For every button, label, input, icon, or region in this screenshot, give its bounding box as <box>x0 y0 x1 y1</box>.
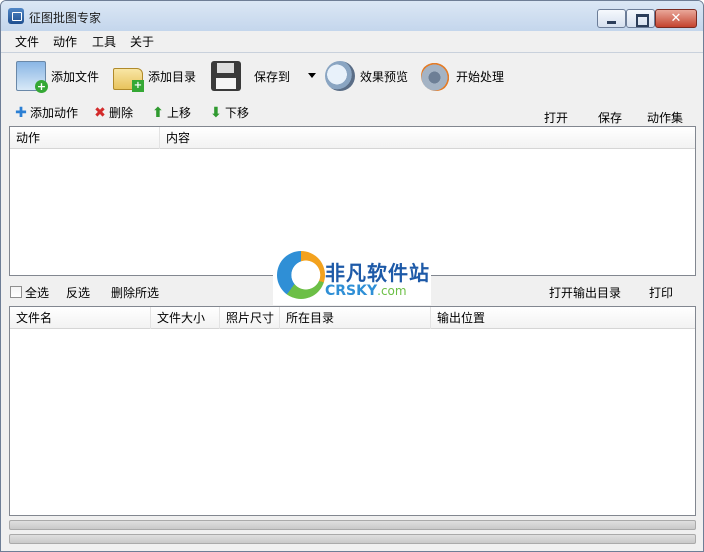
start-process-button[interactable]: 开始处理 <box>421 59 504 93</box>
title-bar: 征图批图专家 ✕ <box>1 1 703 31</box>
progress-bar <box>9 520 696 530</box>
watermark-en: CRSKY.com <box>325 283 407 299</box>
move-down-button[interactable]: ⬇ 下移 <box>210 104 249 121</box>
watermark-domain: .com <box>377 284 407 298</box>
file-table[interactable]: 文件名 文件大小 照片尺寸 所在目录 输出位置 <box>9 306 696 516</box>
preview-button[interactable]: 效果预览 <box>325 59 408 93</box>
add-dir-button[interactable]: 添加目录 <box>113 59 196 93</box>
watermark: 非凡软件站 CRSKY.com <box>273 247 431 305</box>
select-all-checkbox[interactable] <box>10 286 22 298</box>
invert-selection-button[interactable]: 反选 <box>66 284 90 301</box>
toolbar: 添加文件 添加目录 保存到 效果预览 开始处理 <box>1 53 703 99</box>
action-set-button[interactable]: 动作集 <box>647 109 683 126</box>
column-header-output[interactable]: 输出位置 <box>431 307 697 329</box>
arrow-up-icon: ⬆ <box>152 104 164 121</box>
column-header-filename[interactable]: 文件名 <box>10 307 151 329</box>
save-to-label: 保存到 <box>254 69 291 84</box>
menu-action[interactable]: 动作 <box>53 33 77 50</box>
window-title: 征图批图专家 <box>29 11 102 25</box>
close-button[interactable]: ✕ <box>655 9 697 28</box>
save-to-dropdown-arrow-icon[interactable] <box>308 73 316 78</box>
status-bar <box>9 534 696 544</box>
menu-file[interactable]: 文件 <box>15 33 39 50</box>
column-header-action[interactable]: 动作 <box>10 127 160 149</box>
add-file-label: 添加文件 <box>51 69 100 84</box>
open-action-button[interactable]: 打开 <box>544 109 568 126</box>
print-button[interactable]: 打印 <box>649 284 673 301</box>
menu-about[interactable]: 关于 <box>130 33 154 50</box>
add-action-label: 添加动作 <box>30 106 79 120</box>
add-folder-icon <box>113 68 144 92</box>
save-to-button[interactable]: 保存到 <box>211 59 290 93</box>
column-header-content[interactable]: 内容 <box>160 127 697 149</box>
app-icon <box>8 8 24 24</box>
start-process-label: 开始处理 <box>456 69 505 84</box>
delete-selected-button[interactable]: 删除所选 <box>111 284 159 301</box>
gears-icon <box>421 61 451 91</box>
watermark-en-text: CRSKY <box>325 283 378 299</box>
plus-icon: ✚ <box>15 104 27 121</box>
arrow-down-icon: ⬇ <box>210 104 222 121</box>
file-table-header: 文件名 文件大小 照片尺寸 所在目录 输出位置 <box>10 307 695 329</box>
column-header-photo-size[interactable]: 照片尺寸 <box>220 307 280 329</box>
floppy-disk-icon <box>211 61 241 91</box>
minimize-button[interactable] <box>597 9 626 28</box>
menu-tools[interactable]: 工具 <box>92 33 116 50</box>
add-dir-label: 添加目录 <box>148 69 197 84</box>
app-window: 征图批图专家 ✕ 文件 动作 工具 关于 添加文件 添加目录 保存到 效果预览 … <box>0 0 704 552</box>
maximize-button[interactable] <box>626 9 655 28</box>
watermark-logo-icon <box>277 251 325 299</box>
column-header-filesize[interactable]: 文件大小 <box>151 307 220 329</box>
magnifier-icon <box>325 61 355 91</box>
move-up-label: 上移 <box>167 106 192 120</box>
menu-bar: 文件 动作 工具 关于 <box>1 31 703 51</box>
add-action-button[interactable]: ✚ 添加动作 <box>15 104 78 121</box>
action-bar: ✚ 添加动作 ✖ 删除 ⬆ 上移 ⬇ 下移 打开 保存 动作集 <box>1 99 703 125</box>
column-header-directory[interactable]: 所在目录 <box>280 307 431 329</box>
move-up-button[interactable]: ⬆ 上移 <box>152 104 191 121</box>
close-icon: ✕ <box>670 11 682 26</box>
move-down-label: 下移 <box>225 106 250 120</box>
add-file-button[interactable]: 添加文件 <box>16 59 99 93</box>
open-output-dir-button[interactable]: 打开输出目录 <box>549 284 621 301</box>
watermark-cn: 非凡软件站 <box>325 261 430 285</box>
action-table-header: 动作 内容 <box>10 127 695 149</box>
delete-x-icon: ✖ <box>94 104 106 121</box>
preview-label: 效果预览 <box>360 69 409 84</box>
delete-action-label: 删除 <box>109 106 134 120</box>
select-all-label[interactable]: 全选 <box>25 284 49 301</box>
add-image-icon <box>16 61 48 93</box>
save-action-button[interactable]: 保存 <box>598 109 622 126</box>
delete-action-button[interactable]: ✖ 删除 <box>94 104 133 121</box>
